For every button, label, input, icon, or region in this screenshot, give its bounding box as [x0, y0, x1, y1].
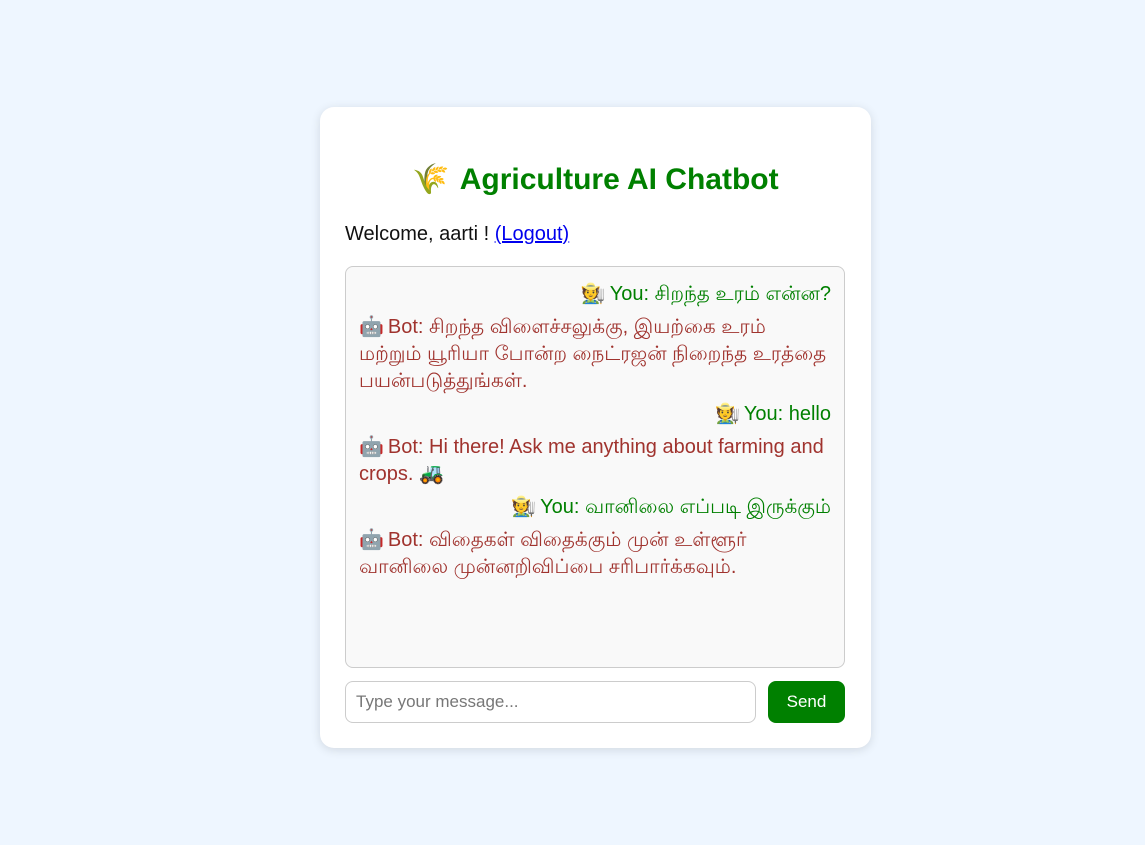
message-text: You: வானிலை எப்படி இருக்கும்: [540, 496, 831, 518]
user-message: 🧑‍🌾 You: வானிலை எப்படி இருக்கும்: [359, 494, 831, 521]
welcome-line: Welcome, aarti ! (Logout): [345, 221, 569, 247]
user-message: 🧑‍🌾 You: சிறந்த உரம் என்ன?: [359, 281, 831, 308]
robot-icon: 🤖: [359, 316, 384, 338]
message-text: Bot: Hi there! Ask me anything about far…: [359, 436, 824, 485]
page-title-text: Agriculture AI Chatbot: [459, 163, 779, 196]
message-text: You: hello: [743, 403, 831, 425]
message-text: Bot: விதைகள் விதைக்கும் முன் உள்ளூர் வான…: [359, 529, 747, 578]
farmer-icon: 🧑‍🌾: [714, 403, 740, 425]
farmer-icon: 🧑‍🌾: [580, 283, 606, 305]
send-button[interactable]: Send: [768, 681, 845, 723]
bot-message: 🤖 Bot: Hi there! Ask me anything about fa…: [359, 434, 831, 488]
message-text: You: சிறந்த உரம் என்ன?: [609, 283, 831, 305]
wheat-icon: 🌾: [412, 163, 450, 196]
welcome-text: Welcome, aarti !: [345, 223, 495, 245]
page-title: 🌾 Agriculture AI Chatbot: [320, 162, 871, 198]
user-message: 🧑‍🌾 You: hello: [359, 401, 831, 428]
robot-icon: 🤖: [359, 436, 384, 458]
robot-icon: 🤖: [359, 529, 384, 551]
logout-link[interactable]: (Logout): [495, 223, 570, 245]
bot-message: 🤖 Bot: விதைகள் விதைக்கும் முன் உள்ளூர் வா…: [359, 527, 831, 581]
chat-card: 🌾 Agriculture AI Chatbot Welcome, aarti !…: [320, 107, 871, 748]
composer: Send: [345, 681, 845, 723]
message-text: Bot: சிறந்த விளைச்சலுக்கு, இயற்கை உரம் ம…: [359, 316, 827, 392]
chat-history[interactable]: 🧑‍🌾 You: சிறந்த உரம் என்ன? 🤖 Bot: சிறந்த வி…: [345, 266, 845, 668]
farmer-icon: 🧑‍🌾: [511, 496, 537, 518]
message-input[interactable]: [345, 681, 756, 723]
bot-message: 🤖 Bot: சிறந்த விளைச்சலுக்கு, இயற்கை உரம் …: [359, 314, 831, 395]
